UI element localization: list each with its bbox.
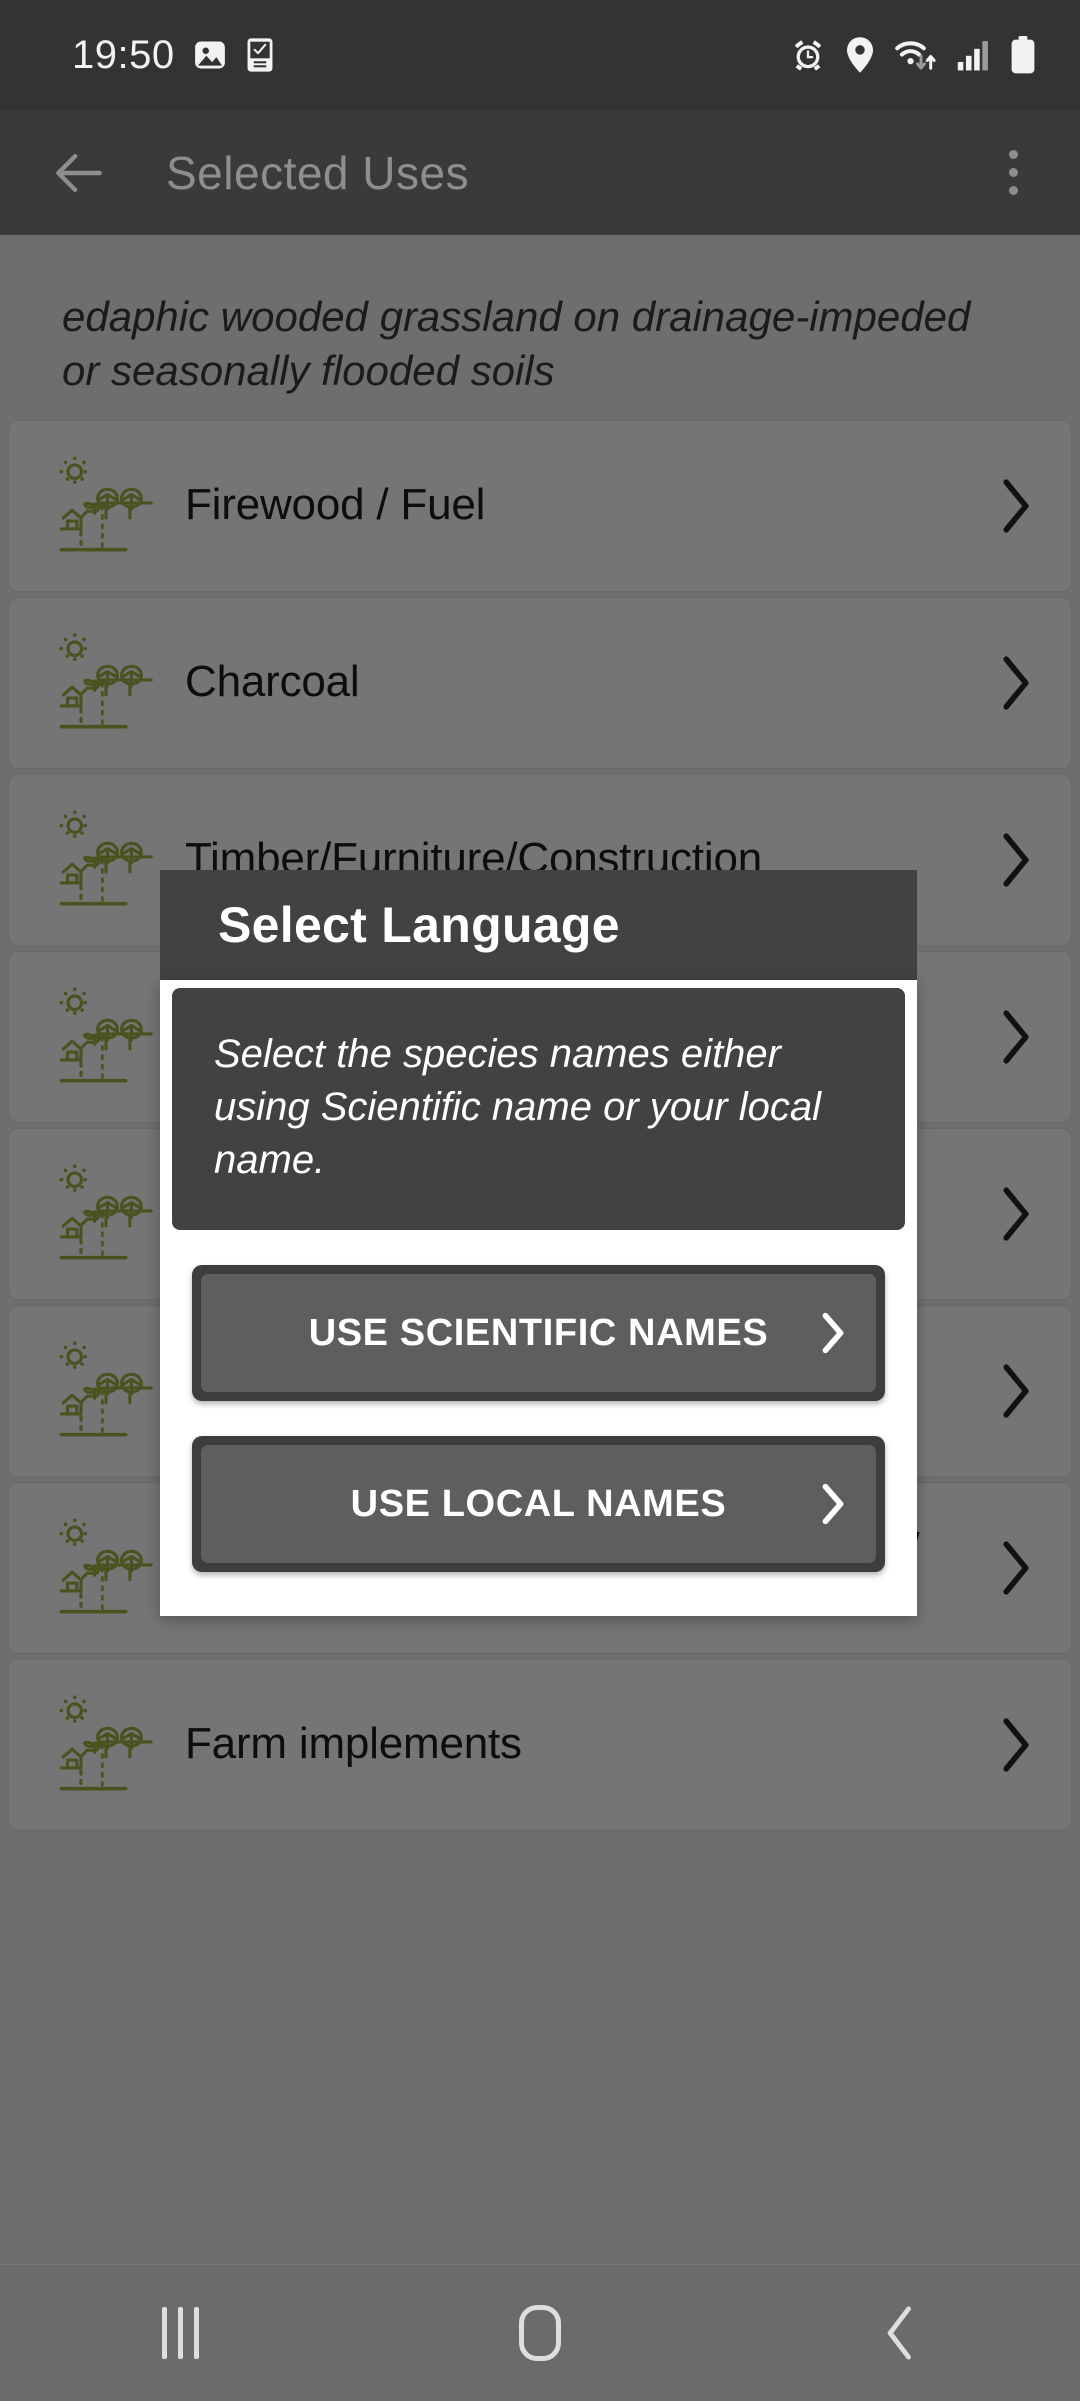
habitat-description: edaphic wooded grassland on drainage-imp… <box>62 293 971 394</box>
agroforestry-landscape-icon <box>59 1517 153 1613</box>
dialog-titlebar: Select Language <box>160 870 917 980</box>
agroforestry-landscape-icon <box>59 455 153 551</box>
photo-icon <box>194 41 225 69</box>
agroforestry-landscape-icon <box>59 1163 153 1259</box>
overflow-dot <box>1009 186 1018 195</box>
agroforestry-landscape-icon <box>59 809 153 905</box>
app-bar: Selected Uses <box>0 110 1080 235</box>
overflow-dot <box>1009 150 1018 159</box>
dialog-message: Select the species names either using Sc… <box>214 1032 821 1182</box>
android-navigation-bar <box>0 2264 1080 2400</box>
chevron-right-icon <box>822 1484 844 1525</box>
status-bar-left: 19:50 <box>72 33 275 78</box>
wifi-icon <box>895 41 936 70</box>
agroforestry-landscape-icon <box>59 986 153 1082</box>
select-language-dialog: Select Language Select the species names… <box>160 870 917 1617</box>
location-pin-icon <box>847 37 873 73</box>
chevron-right-icon <box>1003 655 1029 710</box>
chevron-right-icon <box>1003 832 1029 887</box>
nav-back-icon <box>887 2306 911 2359</box>
status-bar-right <box>790 36 1036 74</box>
chevron-right-icon <box>1003 1363 1029 1418</box>
list-item-label: Firewood / Fuel <box>185 480 486 530</box>
agroforestry-landscape-icon <box>59 632 153 728</box>
list-item[interactable]: Charcoal <box>8 596 1072 769</box>
recents-bar <box>177 2306 183 2359</box>
recents-icon <box>161 2306 199 2359</box>
chevron-right-icon <box>1003 1540 1029 1595</box>
status-bar: 19:50 <box>0 0 1080 110</box>
chevron-right-icon <box>1003 1717 1029 1772</box>
chevron-right-icon <box>822 1313 844 1354</box>
recents-bar <box>193 2306 199 2359</box>
use-scientific-names-button[interactable]: USE SCIENTIFIC NAMES <box>192 1265 885 1402</box>
agroforestry-landscape-icon <box>59 1694 153 1790</box>
recents-button[interactable] <box>105 2265 255 2401</box>
chevron-right-icon <box>1003 478 1029 533</box>
use-scientific-names-label: USE SCIENTIFIC NAMES <box>308 1311 769 1354</box>
recents-bar <box>161 2306 167 2359</box>
home-button[interactable] <box>465 2265 615 2401</box>
agroforestry-landscape-icon <box>59 1340 153 1436</box>
chevron-right-icon <box>1003 1009 1029 1064</box>
use-local-names-button-inner[interactable]: USE LOCAL NAMES <box>201 1445 876 1564</box>
use-scientific-names-button-inner[interactable]: USE SCIENTIFIC NAMES <box>201 1274 876 1393</box>
dialog-message-box: Select the species names either using Sc… <box>172 988 905 1231</box>
list-item-label: Charcoal <box>185 657 360 707</box>
alarm-icon <box>794 40 822 71</box>
signal-bars-icon <box>957 41 988 71</box>
phone-check-icon <box>247 38 273 72</box>
page-title: Selected Uses <box>166 146 470 199</box>
list-item[interactable]: Firewood / Fuel <box>8 419 1072 592</box>
chevron-right-icon <box>1003 1186 1029 1241</box>
home-icon <box>519 2304 561 2361</box>
status-clock: 19:50 <box>72 32 175 77</box>
dialog-title: Select Language <box>218 897 620 953</box>
use-local-names-label: USE LOCAL NAMES <box>350 1482 727 1525</box>
use-local-names-button[interactable]: USE LOCAL NAMES <box>192 1436 885 1573</box>
nav-back-button[interactable] <box>825 2265 975 2401</box>
list-item-label: Farm implements <box>185 1719 522 1769</box>
battery-icon <box>1011 36 1035 74</box>
list-item[interactable]: Farm implements <box>8 1658 1072 1831</box>
overflow-menu-icon[interactable] <box>997 140 1030 205</box>
dialog-body: Select the species names either using Sc… <box>160 980 917 1617</box>
back-arrow-icon[interactable] <box>48 142 110 204</box>
overflow-dot <box>1009 168 1018 177</box>
